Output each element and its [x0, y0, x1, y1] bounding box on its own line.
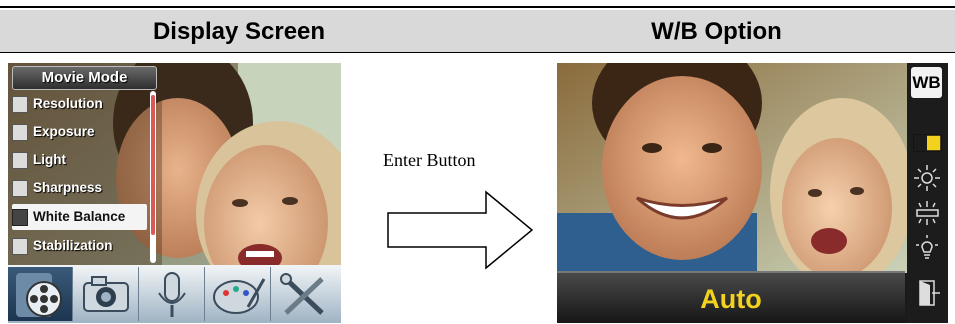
menu-item-light[interactable]: Light — [12, 147, 147, 173]
fluorescent-icon — [916, 201, 939, 225]
menu-item-label: Light — [33, 152, 66, 167]
table-header: Display Screen W/B Option — [0, 10, 955, 53]
enter-button-label: Enter Button — [383, 150, 476, 170]
wb-option-auto[interactable] — [910, 128, 945, 158]
stabilization-icon — [12, 238, 28, 255]
tab-camera[interactable] — [74, 267, 139, 321]
wb-option-panel: WB — [907, 63, 948, 323]
wb-option-fluorescent[interactable] — [910, 198, 945, 228]
right-arrow-icon — [387, 190, 534, 270]
mode-tab-bar — [8, 265, 341, 323]
menu-scrollbar[interactable] — [150, 91, 156, 263]
menu-item-label: Stabilization — [33, 238, 113, 253]
menu-item-label: Sharpness — [33, 180, 103, 195]
wb-option-daylight[interactable] — [910, 163, 945, 193]
wb-option-screen: Auto WB — [557, 63, 948, 323]
light-icon — [12, 152, 28, 169]
menu-title: Movie Mode — [12, 66, 157, 90]
wb-option-exit[interactable] — [910, 278, 945, 308]
table-top-rule — [0, 6, 955, 8]
scrollbar-thumb[interactable] — [151, 95, 155, 235]
daylight-icon — [914, 165, 940, 191]
tab-voice[interactable] — [140, 267, 205, 321]
menu-item-exposure[interactable]: Exposure — [12, 119, 147, 145]
tab-settings[interactable] — [272, 267, 336, 321]
wb-option-tungsten[interactable] — [910, 233, 945, 263]
exposure-icon — [12, 124, 28, 141]
wb-current-value: Auto — [700, 284, 762, 314]
exit-icon — [919, 280, 940, 306]
menu-item-label: White Balance — [33, 209, 126, 224]
sharpness-icon — [12, 180, 28, 197]
microphone-icon — [158, 272, 186, 317]
menu-item-white-balance[interactable]: White Balance — [12, 204, 147, 230]
tab-effects[interactable] — [206, 267, 271, 321]
movie-mode-menu: Movie Mode Resolution Exposure Light Sha… — [8, 63, 162, 265]
menu-item-resolution[interactable]: Resolution — [12, 91, 147, 117]
wb-badge: WB — [911, 67, 942, 98]
camera-icon — [83, 276, 129, 312]
right-column-title: W/B Option — [651, 18, 782, 45]
auto-wb-icon — [913, 134, 942, 152]
tungsten-icon — [916, 235, 938, 259]
menu-item-sharpness[interactable]: Sharpness — [12, 175, 147, 201]
menu-item-label: Exposure — [33, 124, 95, 139]
film-reel-icon — [16, 273, 62, 317]
tools-icon — [280, 273, 324, 315]
left-column-title: Display Screen — [152, 18, 326, 45]
menu-item-label: Resolution — [33, 96, 103, 111]
wb-status-bar: Auto — [557, 271, 905, 323]
tab-movie[interactable] — [8, 267, 73, 321]
background-photo — [557, 63, 907, 273]
white-balance-icon — [12, 209, 28, 226]
palette-icon — [213, 278, 266, 314]
display-screen: Movie Mode Resolution Exposure Light Sha… — [8, 63, 341, 323]
menu-item-stabilization[interactable]: Stabilization — [12, 233, 147, 259]
resolution-icon — [12, 96, 28, 113]
